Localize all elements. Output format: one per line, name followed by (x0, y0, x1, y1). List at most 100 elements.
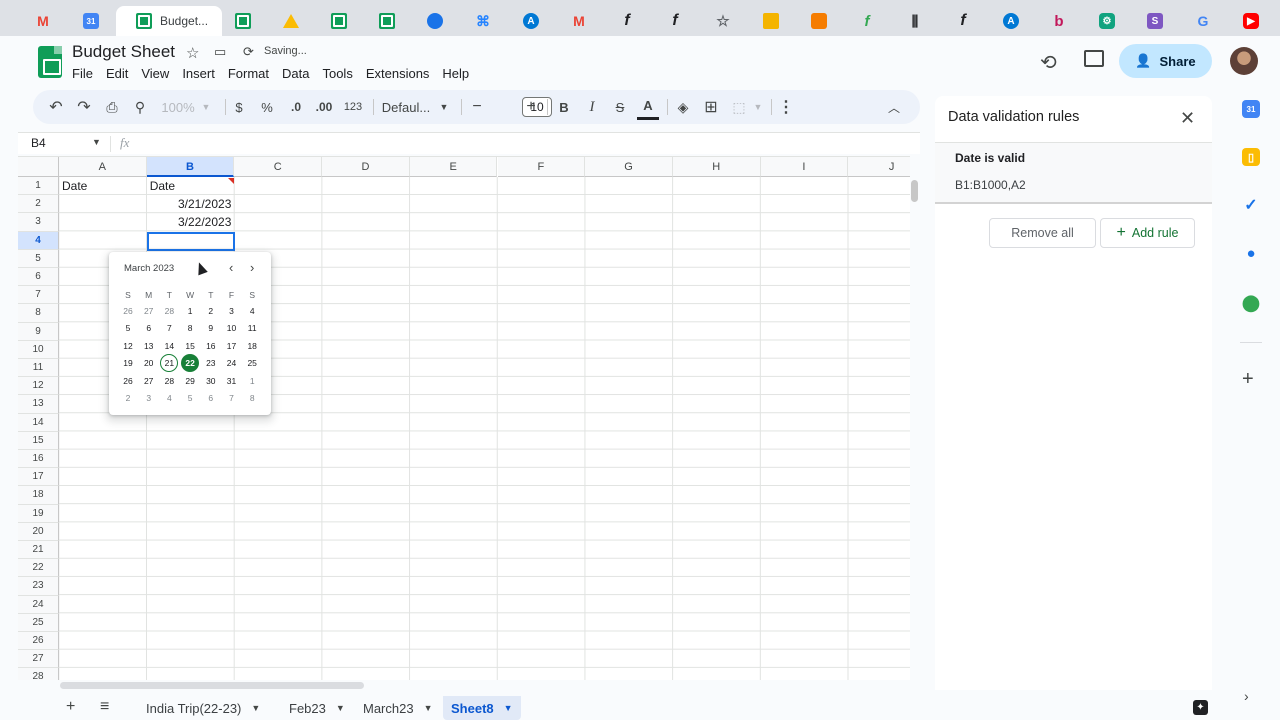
column-header-a[interactable]: A (59, 157, 147, 177)
keep-icon[interactable]: ▯ (1242, 148, 1260, 166)
calendar-day[interactable]: 3 (223, 302, 241, 320)
menu-tools[interactable]: Tools (322, 66, 352, 81)
browser-tab[interactable] (230, 6, 256, 36)
add-sheet-icon[interactable]: + (66, 698, 75, 716)
calendar-day[interactable]: 7 (160, 319, 178, 337)
menu-help[interactable]: Help (442, 66, 469, 81)
calendar-day[interactable]: 7 (223, 389, 241, 407)
column-header-i[interactable]: I (760, 157, 849, 177)
row-header-26[interactable]: 26 (18, 632, 59, 651)
paint-format-icon[interactable]: ⚲ (129, 90, 151, 124)
row-header-25[interactable]: 25 (18, 613, 59, 632)
more-formats-button[interactable]: 123 (341, 90, 365, 124)
row-header-11[interactable]: 11 (18, 359, 59, 378)
calendar-day[interactable]: 3 (140, 389, 158, 407)
menu-edit[interactable]: Edit (106, 66, 128, 81)
calendar-day[interactable]: 28 (160, 302, 178, 320)
borders-icon[interactable]: ⊞ (701, 90, 721, 124)
calendar-day[interactable]: 27 (140, 302, 158, 320)
horizontal-scrollbar[interactable] (60, 682, 364, 689)
browser-tab[interactable]: ⚙ (1094, 6, 1120, 36)
row-header-13[interactable]: 13 (18, 395, 59, 414)
browser-tab[interactable]: G (1190, 6, 1216, 36)
calendar-day[interactable]: 18 (243, 337, 261, 355)
explore-icon[interactable]: ✦ (1193, 700, 1208, 715)
validation-rule[interactable]: Date is valid B1:B1000,A2 (935, 142, 1212, 204)
calendar-day[interactable]: 29 (181, 372, 199, 390)
name-box[interactable]: B4 (31, 136, 46, 150)
row-header-12[interactable]: 12 (18, 377, 59, 396)
browser-tab[interactable]: ▶ (1238, 6, 1264, 36)
calendar-day[interactable]: 8 (243, 389, 261, 407)
browser-tab[interactable]: A (998, 6, 1024, 36)
font-caret-icon[interactable]: ▼ (437, 90, 451, 124)
calendar-day[interactable]: 1 (243, 372, 261, 390)
calendar-day[interactable]: 6 (140, 319, 158, 337)
all-sheets-icon[interactable]: ≡ (100, 698, 109, 716)
calendar-day[interactable]: 23 (202, 354, 220, 372)
cell-a1[interactable]: Date (59, 177, 147, 195)
sheet-tab-caret-icon[interactable]: ▼ (336, 703, 345, 713)
percent-format-button[interactable]: % (257, 90, 277, 124)
select-all-corner[interactable] (18, 157, 59, 177)
row-header-10[interactable]: 10 (18, 340, 59, 359)
decrease-decimal-button[interactable]: .0 (285, 90, 307, 124)
menu-extensions[interactable]: Extensions (366, 66, 430, 81)
row-header-16[interactable]: 16 (18, 450, 59, 469)
menu-data[interactable]: Data (282, 66, 309, 81)
row-header-9[interactable]: 9 (18, 322, 59, 341)
cell-b2[interactable]: 3/21/2023 (147, 195, 235, 213)
row-header-2[interactable]: 2 (18, 195, 59, 214)
row-header-6[interactable]: 6 (18, 268, 59, 287)
column-header-f[interactable]: F (497, 157, 586, 177)
italic-button[interactable]: I (583, 90, 601, 124)
row-header-15[interactable]: 15 (18, 431, 59, 450)
browser-tab[interactable]: A (518, 6, 544, 36)
currency-format-button[interactable]: $ (231, 90, 247, 124)
hide-side-panel-icon[interactable]: › (1244, 688, 1249, 704)
row-header-3[interactable]: 3 (18, 213, 59, 232)
calendar-day[interactable]: 9 (202, 319, 220, 337)
sheet-tab-caret-icon[interactable]: ▼ (251, 703, 260, 713)
row-header-28[interactable]: 28 (18, 668, 59, 680)
column-header-d[interactable]: D (322, 157, 410, 177)
browser-tab[interactable]: ☆ (710, 6, 736, 36)
sheet-tab-india-trip-22-23[interactable]: India Trip(22-23) ▼ (138, 696, 268, 720)
calendar-day[interactable]: 2 (202, 302, 220, 320)
sheet-tab-sheet8[interactable]: Sheet8 ▼ (443, 696, 521, 720)
contacts-icon[interactable]: ● (1242, 244, 1260, 262)
row-header-4[interactable]: 4 (18, 231, 59, 250)
browser-tab[interactable]: M (30, 6, 56, 36)
spreadsheet-grid[interactable]: A B C D E F G H I J 1 2 3 4 5 6 7 8 9 10 11 12 13 14 15 16 17 18 19 2… (18, 156, 910, 680)
browser-tab[interactable]: S (1142, 6, 1168, 36)
calendar-day[interactable]: 30 (202, 372, 220, 390)
row-header-21[interactable]: 21 (18, 541, 59, 560)
calendar-day[interactable]: 6 (202, 389, 220, 407)
calendar-day[interactable]: 5 (181, 389, 199, 407)
sheets-logo-icon[interactable] (38, 46, 62, 78)
sheet-tab-caret-icon[interactable]: ▼ (424, 703, 433, 713)
zoom-select[interactable]: 100% (159, 90, 197, 124)
calendar-day[interactable]: 12 (119, 337, 137, 355)
column-header-c[interactable]: C (234, 157, 323, 177)
menu-view[interactable]: View (141, 66, 169, 81)
calendar-day[interactable]: 31 (223, 372, 241, 390)
browser-tab[interactable]: f (662, 6, 688, 36)
fill-color-icon[interactable]: ◈ (673, 90, 693, 124)
redo-icon[interactable]: ↷ (73, 90, 95, 124)
font-select[interactable]: Defaul... (381, 90, 431, 124)
calendar-day[interactable]: 11 (243, 319, 261, 337)
row-header-14[interactable]: 14 (18, 413, 59, 432)
text-color-button[interactable]: A (637, 94, 659, 120)
maps-icon[interactable]: ⬤ (1242, 294, 1260, 312)
calendar-day[interactable]: 28 (160, 372, 178, 390)
vertical-scrollbar[interactable] (911, 180, 918, 202)
row-header-22[interactable]: 22 (18, 559, 59, 578)
row-header-24[interactable]: 24 (18, 595, 59, 614)
menu-file[interactable]: File (72, 66, 93, 81)
comments-icon[interactable] (1084, 50, 1104, 67)
increase-decimal-button[interactable]: .00 (311, 90, 337, 124)
previous-month-icon[interactable]: ‹ (229, 260, 233, 275)
browser-tab[interactable] (278, 6, 304, 36)
row-header-1[interactable]: 1 (18, 177, 59, 196)
